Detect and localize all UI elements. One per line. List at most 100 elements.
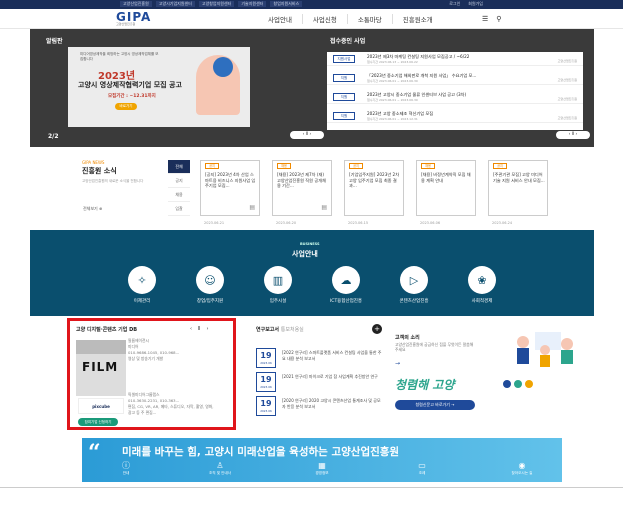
site-link[interactable]: 고양산업진흥원 [120, 1, 152, 7]
reports-section: 연구보고서 통보처용실 + 19 2023.06 [2022 연구리] 스마트플랫… [252, 320, 382, 430]
menu-icon[interactable]: ☰ [482, 15, 488, 23]
tab-all[interactable]: 전체 [168, 160, 190, 174]
news-card-date: 2023.06.20 [276, 221, 297, 225]
news-card[interactable]: 공지 [기업입주지원] 2023년 2차 고양 입주기업 모집 최종 결과...… [344, 160, 404, 225]
business-item-label: 창업/입주지원 [196, 299, 224, 304]
nav-about[interactable]: 진흥원소개 [391, 14, 443, 24]
arrow-right-icon[interactable]: → [395, 360, 400, 367]
news-card-text: [채용] 2023년 제7차 (재) 고양산업진흥원 직원 공개채용 기간... [277, 172, 326, 188]
notice-sub: 접수기간 2023.06.01 ~ 2023.12.31 [367, 117, 418, 121]
business-item[interactable]: ☁ ICT융합산업진흥 [314, 266, 378, 304]
business-item[interactable]: ❀ 사회적경제 [450, 266, 514, 304]
reports-tab[interactable]: 연구보고서 [256, 327, 279, 333]
report-item[interactable]: 19 2023.06 [2022 연구리] 스마트플랫폼 서비스 컨설팅 사업을 … [256, 348, 382, 370]
quick-link[interactable]: ♙ 조직 및 안내사 [190, 461, 250, 476]
nav-business-apply[interactable]: 사업신청 [301, 14, 347, 24]
clean-report-button[interactable]: 청렴신문고 바로가기 → [395, 400, 475, 410]
report-day: 19 [260, 399, 272, 408]
quick-link[interactable]: ▭ 조례 [392, 461, 452, 476]
logo[interactable]: GIPA 고양산업진흥원 [116, 11, 151, 26]
report-item[interactable]: 19 2023.06 [2021 연구리] 마이크로 기업 참 사업계획 추진방안… [256, 372, 382, 394]
hero-slider-controls[interactable]: ‹ Ⅱ › [290, 131, 324, 139]
site-link[interactable]: 고양창업지원센터 [198, 1, 235, 7]
tab-notice[interactable]: 공지 [168, 174, 190, 188]
notice-tag: 지원 [333, 112, 355, 120]
notice-list: 지원사업 2023년 제3차 마케팅 컨설팅 지원사업 모집공고 / ~6/22… [327, 52, 583, 130]
news-desc: 고양산업진흥원의 새로운 소식을 전합니다 [82, 179, 144, 183]
notice-slider-controls[interactable]: ‹ Ⅱ › [556, 131, 590, 139]
report-day: 19 [260, 375, 272, 384]
quick-link[interactable]: ◉ 찾아오시는 길 [492, 461, 552, 476]
report-item[interactable]: 19 2023.06 [2020 연구리] 2020 고양시 콘텐츠산업 통계조사… [256, 396, 382, 418]
chevron-right-icon[interactable]: › [206, 326, 208, 332]
login-link[interactable]: 로그인 [449, 1, 460, 7]
news-card[interactable]: 공지 [주관기관 모집] 고양 미디어 기술 지원 서비스 안내 모집... 2… [488, 160, 548, 225]
notice-item[interactable]: 지원 2023년 고양시 중소기업 물류 인센티브 사업 공고 (3차) 접수기… [327, 90, 583, 104]
banner-button[interactable]: 바로가기 [115, 103, 137, 110]
tab-recruit[interactable]: 채용 [168, 188, 190, 202]
voice-desc: 고양산업진흥원에 궁금하신 점을 무엇이든 말씀해주세요 [395, 342, 474, 352]
pause-icon[interactable]: Ⅱ [198, 326, 200, 332]
handshake-icon: ❀ [468, 266, 496, 294]
company-info: 필름에이전시 미디어 010-9686-1045, 010-968... 영상 … [128, 338, 218, 362]
company-thumbnail[interactable]: FILM [76, 340, 126, 396]
report-title: [2022 연구리] 스마트플랫폼 서비스 컨설팅 사업을 통한 주요 내용 분… [282, 350, 382, 361]
company-info: 픽셀미디어그룹랩스 010-3630-2231, 010-363... 편집, … [128, 392, 218, 416]
site-link[interactable]: 창업지원서비스 [270, 1, 303, 7]
quick-link-label: 경영정보 [315, 471, 329, 475]
company-logo[interactable]: pixcube [78, 398, 124, 414]
nav-community[interactable]: 소통마당 [346, 14, 392, 24]
business-item[interactable]: ▷ 콘텐츠산업진흥 [382, 266, 446, 304]
business-item[interactable]: ✧ 이제관리 [110, 266, 174, 304]
search-icon[interactable]: ⚲ [496, 15, 501, 23]
quick-link[interactable]: ▦ 경영정보 [292, 461, 352, 476]
notice-sub: 접수기간 2023.06.13 ~ 2023.06.22 [367, 60, 418, 64]
report-month: 2023.06 [260, 361, 272, 365]
map-pin-icon: ◉ [518, 461, 526, 470]
quick-link[interactable]: ⓘ 안내 [96, 461, 156, 476]
report-month: 2023.06 [260, 409, 272, 413]
banner-small-text: 미디어영상제작을 희망하는 고양시 영상제작업체를 모집합니다 [80, 52, 159, 61]
news-tabs: 전체 공지 채용 입찰 [168, 160, 190, 216]
news-card[interactable]: 채용 [채용] 비정년계약직 모집 채용 계획 안내 2023.06.06 [416, 160, 476, 225]
news-card-tag: 공지 [493, 163, 507, 169]
site-link[interactable]: 기술지원센터 [238, 1, 267, 7]
hero-title: 알림판 [46, 38, 63, 45]
news-label: GIPA NEWS [82, 160, 105, 165]
chart-icon: ▦ [318, 461, 326, 470]
news-card[interactable]: 공지 [공지] 2023년 4차 산업 스마트융 비즈니스 지원사업 입주기업 … [200, 160, 260, 225]
customer-voice-section: 고객의 소리 고양산업진흥원에 궁금하신 점을 무엇이든 말씀해주세요 → 청렴… [395, 320, 595, 430]
plus-icon[interactable]: + [372, 324, 382, 334]
notice-item[interactable]: 지원 「2023년 중소기업 해외판로 개척 지원 사업」 수요기업 모... … [327, 71, 583, 85]
news-title: 진흥원 소식 [82, 167, 117, 175]
chevron-left-icon[interactable]: ‹ [190, 326, 192, 332]
plus-icon: ⊕ [99, 206, 103, 211]
business-item[interactable]: ☺ 창업/입주지원 [178, 266, 242, 304]
news-card[interactable]: 채용 [채용] 2023년 제7차 (재) 고양산업진흥원 직원 공개채용 기간… [272, 160, 332, 225]
banner-title: 고양시 영상제작협력기업 모집 공고 [78, 81, 182, 89]
business-item[interactable]: ▥ 입주시설 [246, 266, 310, 304]
site-header: GIPA 고양산업진흥원 사업안내 사업신청 소통마당 진흥원소개 ☰ ⚲ [0, 9, 623, 29]
lightbulb-icon: ✧ [128, 266, 156, 294]
notice-item[interactable]: 지원 2023년 고양 중소제조 혁신기업 모집 접수기간 2023.06.01… [327, 109, 583, 123]
news-more-link[interactable]: 전체보기 ⊕ [83, 206, 102, 212]
notice-sub: 접수기간 2023.06.01 ~ 2023.06.30 [367, 98, 418, 102]
site-link[interactable]: 고양시기업지원센터 [155, 1, 195, 7]
people-illustration [517, 332, 573, 367]
voice-title: 고객의 소리 [395, 335, 420, 341]
db-apply-button[interactable]: 참여기업 신청하기 [78, 418, 118, 426]
signup-link[interactable]: 회원가입 [468, 1, 483, 7]
account-links: 로그인 회원가입 [449, 1, 483, 7]
business-en-label: BUSINESS [300, 242, 320, 246]
hero-banner[interactable]: 미디어영상제작을 희망하는 고양시 영상제작업체를 모집합니다 2023년 고양… [68, 47, 250, 127]
news-card-tag: 채용 [277, 163, 291, 169]
clean-logo-text: 청렴해 고양 [395, 378, 455, 392]
nav-business-info[interactable]: 사업안내 [258, 14, 302, 24]
news-card-tag: 공지 [205, 163, 219, 169]
reports-tab-2[interactable]: 통보처용실 [281, 327, 304, 333]
news-card-tag: 공지 [349, 163, 363, 169]
tab-bid[interactable]: 입찰 [168, 202, 190, 216]
document-icon: ▤ [249, 204, 255, 211]
report-title: [2021 연구리] 마이크로 기업 참 사업계획 추진방안 연구 [282, 374, 378, 379]
notice-item[interactable]: 지원사업 2023년 제3차 마케팅 컨설팅 지원사업 모집공고 / ~6/22… [327, 52, 583, 66]
